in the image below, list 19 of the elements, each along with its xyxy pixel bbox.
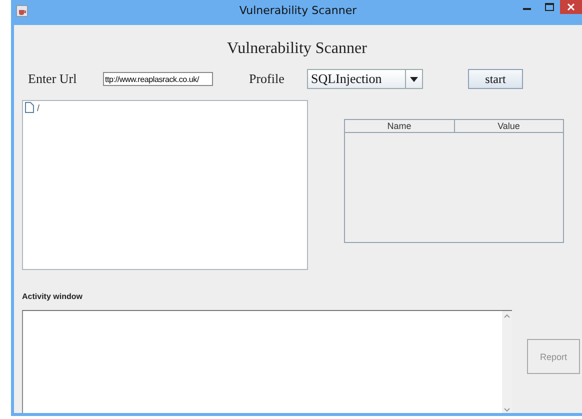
close-icon: [567, 3, 575, 11]
start-button[interactable]: start: [468, 69, 523, 89]
profile-label: Profile: [249, 71, 286, 87]
tree-item[interactable]: /: [37, 102, 40, 112]
scroll-down-icon: [504, 408, 510, 412]
coffee-cup-icon: [16, 4, 28, 16]
maximize-icon: [544, 3, 554, 11]
window-title: Vulnerability Scanner: [239, 4, 357, 17]
profile-dropdown[interactable]: SQLInjection: [307, 69, 423, 89]
column-header[interactable]: Value: [454, 120, 563, 132]
scroll-up-icon: [504, 314, 510, 318]
url-label: Enter Url: [28, 71, 78, 87]
app-heading: Vulnerability Scanner: [226, 40, 368, 58]
activity-label: Activity window: [22, 292, 84, 301]
scrollbar[interactable]: [502, 311, 512, 413]
url-field[interactable]: ttp://www.reaplasrack.co.uk/: [103, 72, 213, 86]
close-button[interactable]: [560, 0, 582, 14]
caret-icon: [410, 76, 418, 82]
column-header[interactable]: Name: [345, 120, 454, 132]
